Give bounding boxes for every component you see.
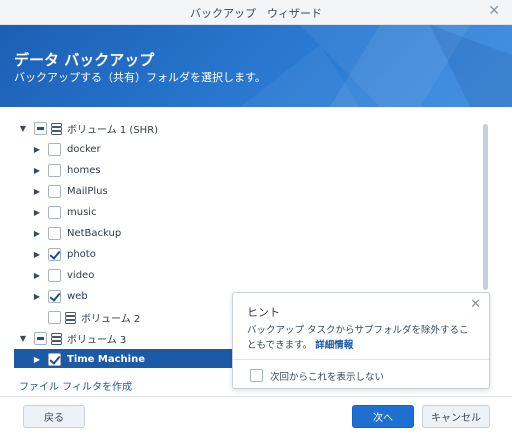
tree-folder-row[interactable]: ▶ NetBackup: [14, 223, 474, 244]
expand-arrow-icon[interactable]: ▶: [32, 250, 42, 259]
tree-folder-row[interactable]: ▶ music: [14, 202, 474, 223]
expand-arrow-icon[interactable]: ▶: [32, 355, 42, 364]
tree-item-label: Time Machine: [67, 354, 146, 365]
learn-more-link[interactable]: 詳細情報: [315, 340, 353, 351]
close-icon[interactable]: ✕: [488, 4, 500, 18]
collapse-arrow-icon[interactable]: ▼: [18, 334, 28, 343]
hint-text: バックアップ タスクからサブフォルダを除外することもできます。: [247, 325, 469, 351]
folder-checkbox[interactable]: [34, 122, 47, 135]
tree-item-label: docker: [67, 144, 101, 155]
folder-checkbox[interactable]: [48, 311, 61, 324]
folder-checkbox[interactable]: [48, 185, 61, 198]
expand-arrow-icon[interactable]: ▶: [32, 187, 42, 196]
footer: 戻る 次へ キャンセル: [0, 396, 512, 434]
tree-scrollbar[interactable]: [483, 124, 488, 290]
dont-show-again-label: 次回からこれを表示しない: [270, 372, 385, 383]
folder-checkbox[interactable]: [34, 332, 47, 345]
hint-body: バックアップ タスクからサブフォルダを除外することもできます。 詳細情報: [247, 323, 477, 353]
tree-item-label: homes: [67, 165, 101, 176]
tree-item-label: MailPlus: [67, 186, 108, 197]
page-title: データ バックアップ: [14, 51, 155, 69]
folder-checkbox[interactable]: [48, 206, 61, 219]
volume-icon: [51, 332, 62, 345]
expand-arrow-icon[interactable]: ▶: [32, 208, 42, 217]
collapse-arrow-icon[interactable]: ▼: [18, 124, 28, 133]
cancel-button[interactable]: キャンセル: [422, 405, 490, 428]
tree-item-label: ボリューム 1 (SHR): [67, 125, 159, 136]
tree-item-label: photo: [67, 249, 96, 260]
folder-checkbox[interactable]: [48, 227, 61, 240]
expand-arrow-icon[interactable]: ▶: [32, 271, 42, 280]
volume-icon: [65, 311, 76, 324]
next-button[interactable]: 次へ: [352, 405, 414, 428]
tree-folder-row[interactable]: ▶ docker: [14, 139, 474, 160]
expand-arrow-icon[interactable]: ▶: [32, 145, 42, 154]
folder-checkbox[interactable]: [48, 248, 61, 261]
tree-item-label: ボリューム 3: [67, 335, 127, 346]
tree-item-label: NetBackup: [67, 228, 122, 239]
folder-checkbox[interactable]: [48, 164, 61, 177]
tree-folder-row[interactable]: ▶ MailPlus: [14, 181, 474, 202]
create-file-filter-link[interactable]: ファイル フィルタを作成: [19, 378, 132, 393]
folder-checkbox[interactable]: [48, 290, 61, 303]
hint-title: ヒント: [247, 306, 280, 319]
dont-show-again-checkbox[interactable]: [250, 369, 263, 382]
back-button[interactable]: 戻る: [23, 405, 85, 428]
title-bar: バックアップ ウィザード ✕: [0, 0, 512, 25]
volume-icon: [51, 122, 62, 135]
header-banner: データ バックアップ バックアップする（共有）フォルダを選択します。: [0, 25, 512, 107]
folder-checkbox[interactable]: [48, 269, 61, 282]
tree-folder-row[interactable]: ▶ video: [14, 265, 474, 286]
hint-divider: [233, 359, 489, 360]
tree-volume-row[interactable]: ▼ ボリューム 1 (SHR): [14, 118, 474, 139]
hint-popup: ヒント ✕ バックアップ タスクからサブフォルダを除外することもできます。 詳細…: [232, 292, 490, 389]
window-title: バックアップ ウィザード: [190, 7, 322, 20]
folder-checkbox[interactable]: [48, 353, 61, 366]
tree-item-label: video: [67, 270, 95, 281]
tree-folder-row[interactable]: ▶ photo: [14, 244, 474, 265]
folder-checkbox[interactable]: [48, 143, 61, 156]
page-subtitle: バックアップする（共有）フォルダを選択します。: [14, 71, 266, 84]
tree-item-label: ボリューム 2: [81, 314, 141, 325]
tree-folder-row[interactable]: ▶ homes: [14, 160, 474, 181]
expand-arrow-icon[interactable]: ▶: [32, 292, 42, 301]
tree-item-label: music: [67, 207, 97, 218]
expand-arrow-icon[interactable]: ▶: [32, 166, 42, 175]
expand-arrow-icon[interactable]: ▶: [32, 229, 42, 238]
tree-item-label: web: [67, 291, 88, 302]
hint-close-icon[interactable]: ✕: [470, 297, 481, 312]
